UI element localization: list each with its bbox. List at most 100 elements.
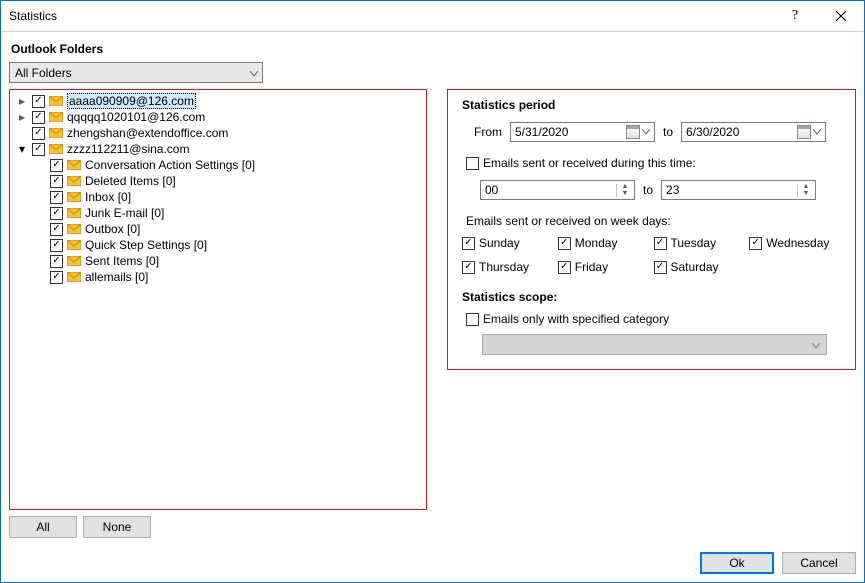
weekday-checkbox[interactable] bbox=[654, 261, 667, 274]
weekday-option[interactable]: Thursday bbox=[462, 260, 558, 274]
folder-checkbox[interactable] bbox=[50, 159, 63, 172]
weekday-option[interactable]: Saturday bbox=[654, 260, 750, 274]
chevron-down-icon bbox=[250, 66, 258, 80]
tree-child-item[interactable]: Conversation Action Settings [0] bbox=[10, 157, 426, 173]
mail-icon bbox=[49, 112, 63, 122]
window-title: Statistics bbox=[1, 9, 772, 23]
weekday-label: Tuesday bbox=[671, 236, 717, 250]
mail-icon bbox=[67, 272, 81, 282]
mail-icon bbox=[67, 160, 81, 170]
time-range-label: Emails sent or received during this time… bbox=[483, 156, 696, 170]
tree-child-item[interactable]: Outbox [0] bbox=[10, 221, 426, 237]
close-icon bbox=[836, 11, 846, 21]
weekday-checkbox[interactable] bbox=[654, 237, 667, 250]
tree-child-item[interactable]: Inbox [0] bbox=[10, 189, 426, 205]
folder-checkbox[interactable] bbox=[50, 255, 63, 268]
category-combo[interactable] bbox=[482, 334, 827, 355]
time-to-value: 23 bbox=[666, 183, 679, 197]
help-button[interactable]: ? bbox=[772, 1, 818, 31]
folder-label: Junk E-mail [0] bbox=[85, 206, 164, 220]
spinner-icon: ▲▼ bbox=[616, 184, 630, 197]
weekday-option[interactable]: Wednesday bbox=[749, 236, 845, 250]
time-to-field[interactable]: 23 ▲▼ bbox=[661, 180, 816, 200]
weekday-checkbox[interactable] bbox=[749, 237, 762, 250]
to-date-value: 6/30/2020 bbox=[686, 125, 739, 139]
weekday-checkbox[interactable] bbox=[558, 237, 571, 250]
folder-checkbox[interactable] bbox=[50, 175, 63, 188]
folder-label: qqqqq1020101@126.com bbox=[67, 110, 205, 124]
chevron-right-icon[interactable]: ▸ bbox=[16, 110, 28, 124]
mail-icon bbox=[67, 224, 81, 234]
folder-checkbox[interactable] bbox=[50, 223, 63, 236]
weekday-label: Sunday bbox=[479, 236, 520, 250]
folder-label: Deleted Items [0] bbox=[85, 174, 176, 188]
folder-label: allemails [0] bbox=[85, 270, 148, 284]
folder-filter-combo[interactable]: All Folders bbox=[9, 62, 263, 83]
weekday-checkbox[interactable] bbox=[462, 237, 475, 250]
mail-icon bbox=[67, 176, 81, 186]
mail-icon bbox=[49, 128, 63, 138]
section-heading-outlook-folders: Outlook Folders bbox=[11, 42, 856, 56]
close-button[interactable] bbox=[818, 1, 864, 31]
mail-icon bbox=[49, 96, 63, 106]
tree-child-item[interactable]: Junk E-mail [0] bbox=[10, 205, 426, 221]
folder-checkbox[interactable] bbox=[32, 95, 45, 108]
title-bar: Statistics ? bbox=[1, 1, 864, 32]
folder-label: aaaa090909@126.com bbox=[67, 93, 196, 109]
to-date-field[interactable]: 6/30/2020 bbox=[681, 122, 826, 142]
calendar-icon bbox=[626, 125, 640, 139]
ok-button[interactable]: Ok bbox=[700, 552, 774, 574]
folder-checkbox[interactable] bbox=[50, 271, 63, 284]
select-all-button[interactable]: All bbox=[9, 516, 77, 538]
cancel-button[interactable]: Cancel bbox=[782, 552, 856, 574]
folder-checkbox[interactable] bbox=[32, 143, 45, 156]
time-to-label: to bbox=[643, 183, 653, 197]
time-from-field[interactable]: 00 ▲▼ bbox=[480, 180, 635, 200]
weekday-label: Monday bbox=[575, 236, 618, 250]
folder-checkbox[interactable] bbox=[32, 127, 45, 140]
from-date-field[interactable]: 5/31/2020 bbox=[510, 122, 655, 142]
dialog-footer: Ok Cancel bbox=[1, 546, 864, 582]
weekday-checkbox[interactable] bbox=[462, 261, 475, 274]
folder-checkbox[interactable] bbox=[32, 111, 45, 124]
category-label: Emails only with specified category bbox=[483, 312, 669, 326]
category-checkbox[interactable] bbox=[466, 313, 479, 326]
folder-label: Inbox [0] bbox=[85, 190, 131, 204]
tree-child-item[interactable]: Quick Step Settings [0] bbox=[10, 237, 426, 253]
folder-tree[interactable]: ▸ aaaa090909@126.com ▸ qqqqq1020101@126.com… bbox=[9, 89, 427, 510]
from-date-value: 5/31/2020 bbox=[515, 125, 568, 139]
tree-root-item[interactable]: ▾ zzzz112211@sina.com bbox=[10, 141, 426, 157]
folder-label: zhengshan@extendoffice.com bbox=[67, 126, 228, 140]
chevron-down-icon[interactable]: ▾ bbox=[16, 142, 28, 156]
tree-root-item[interactable]: ▸ qqqqq1020101@126.com bbox=[10, 109, 426, 125]
weekday-option[interactable]: Sunday bbox=[462, 236, 558, 250]
folder-checkbox[interactable] bbox=[50, 191, 63, 204]
statistics-scope-heading: Statistics scope: bbox=[462, 290, 845, 304]
tree-root-item[interactable]: ▸zhengshan@extendoffice.com bbox=[10, 125, 426, 141]
weekday-label: Friday bbox=[575, 260, 608, 274]
select-none-button[interactable]: None bbox=[83, 516, 151, 538]
folder-label: Sent Items [0] bbox=[85, 254, 159, 268]
tree-child-item[interactable]: allemails [0] bbox=[10, 269, 426, 285]
statistics-period-heading: Statistics period bbox=[462, 98, 845, 112]
folder-checkbox[interactable] bbox=[50, 207, 63, 220]
chevron-down-icon bbox=[642, 129, 650, 135]
folder-label: zzzz112211@sina.com bbox=[67, 142, 189, 156]
folder-filter-value: All Folders bbox=[15, 66, 72, 80]
tree-child-item[interactable]: Deleted Items [0] bbox=[10, 173, 426, 189]
tree-child-item[interactable]: Sent Items [0] bbox=[10, 253, 426, 269]
from-label: From bbox=[462, 125, 502, 139]
folder-label: Outbox [0] bbox=[85, 222, 140, 236]
weekday-checkbox[interactable] bbox=[558, 261, 571, 274]
chevron-right-icon[interactable]: ▸ bbox=[16, 94, 28, 108]
weekday-label: Wednesday bbox=[766, 236, 829, 250]
time-range-checkbox[interactable] bbox=[466, 157, 479, 170]
to-label: to bbox=[663, 125, 673, 139]
tree-root-item[interactable]: ▸ aaaa090909@126.com bbox=[10, 93, 426, 109]
chevron-down-icon bbox=[813, 129, 821, 135]
weekday-option[interactable]: Monday bbox=[558, 236, 654, 250]
spinner-icon: ▲▼ bbox=[797, 184, 811, 197]
weekday-option[interactable]: Tuesday bbox=[654, 236, 750, 250]
weekday-option[interactable]: Friday bbox=[558, 260, 654, 274]
folder-checkbox[interactable] bbox=[50, 239, 63, 252]
